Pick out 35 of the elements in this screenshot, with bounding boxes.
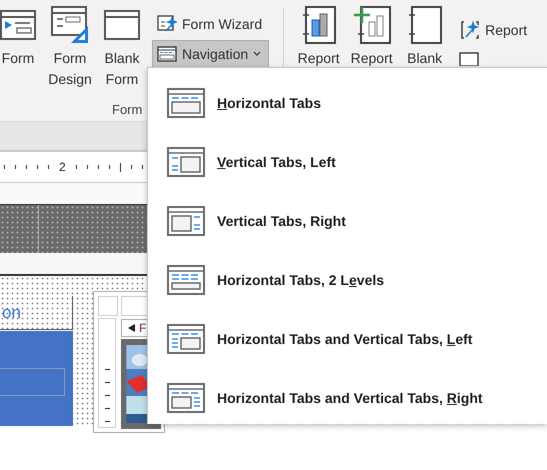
menu-item[interactable]: Horizontal Tabs	[148, 73, 547, 132]
menu-item[interactable]: Horizontal Tabs and Vertical Tabs, Left	[148, 309, 547, 368]
vertical-tabs-right-icon	[167, 206, 205, 236]
ribbon-button[interactable]: Report	[292, 0, 346, 69]
report-icon	[302, 6, 336, 44]
caption-text: on	[2, 302, 21, 322]
menu-item[interactable]: Vertical Tabs, Right	[148, 191, 547, 250]
section-arrow-icon	[127, 324, 136, 332]
report-design-icon	[352, 6, 391, 44]
ribbon-button[interactable]: Report	[455, 16, 534, 44]
menu-item[interactable]: Horizontal Tabs and Vertical Tabs, Right	[148, 368, 547, 427]
two-level-tabs-icon	[167, 264, 205, 294]
ribbon-button[interactable]: Blank	[398, 0, 452, 69]
wand-icon	[157, 15, 177, 33]
form-design-icon	[51, 6, 89, 44]
horizontal-tabs-icon	[167, 88, 205, 118]
horizontal-vertical-tabs-icon	[167, 382, 205, 412]
blank-report-icon	[408, 6, 442, 44]
menu-item[interactable]: Vertical Tabs, Left	[148, 132, 547, 191]
vertical-tabs-left-icon	[167, 146, 205, 176]
caret-icon	[253, 51, 262, 57]
ribbon-button[interactable]: Form Design	[44, 0, 96, 90]
horizontal-vertical-tabs-icon	[167, 324, 205, 354]
section-label: F	[139, 322, 146, 334]
navigation-form-icon	[157, 46, 177, 62]
group-label: Form	[112, 102, 142, 117]
ribbon-button[interactable]: Form Wizard	[152, 10, 270, 38]
ribbon-button[interactable]: Navigation	[152, 40, 270, 68]
ribbon-button[interactable]: Blank Form	[96, 0, 148, 90]
ribbon-button[interactable]: Report	[345, 0, 398, 69]
ribbon-button[interactable]: Form	[0, 0, 44, 90]
wand-icon	[460, 20, 480, 40]
menu-item[interactable]: Horizontal Tabs, 2 Levels	[148, 250, 547, 309]
ruler-corner	[98, 296, 118, 316]
ruler-number: 2	[59, 160, 66, 174]
